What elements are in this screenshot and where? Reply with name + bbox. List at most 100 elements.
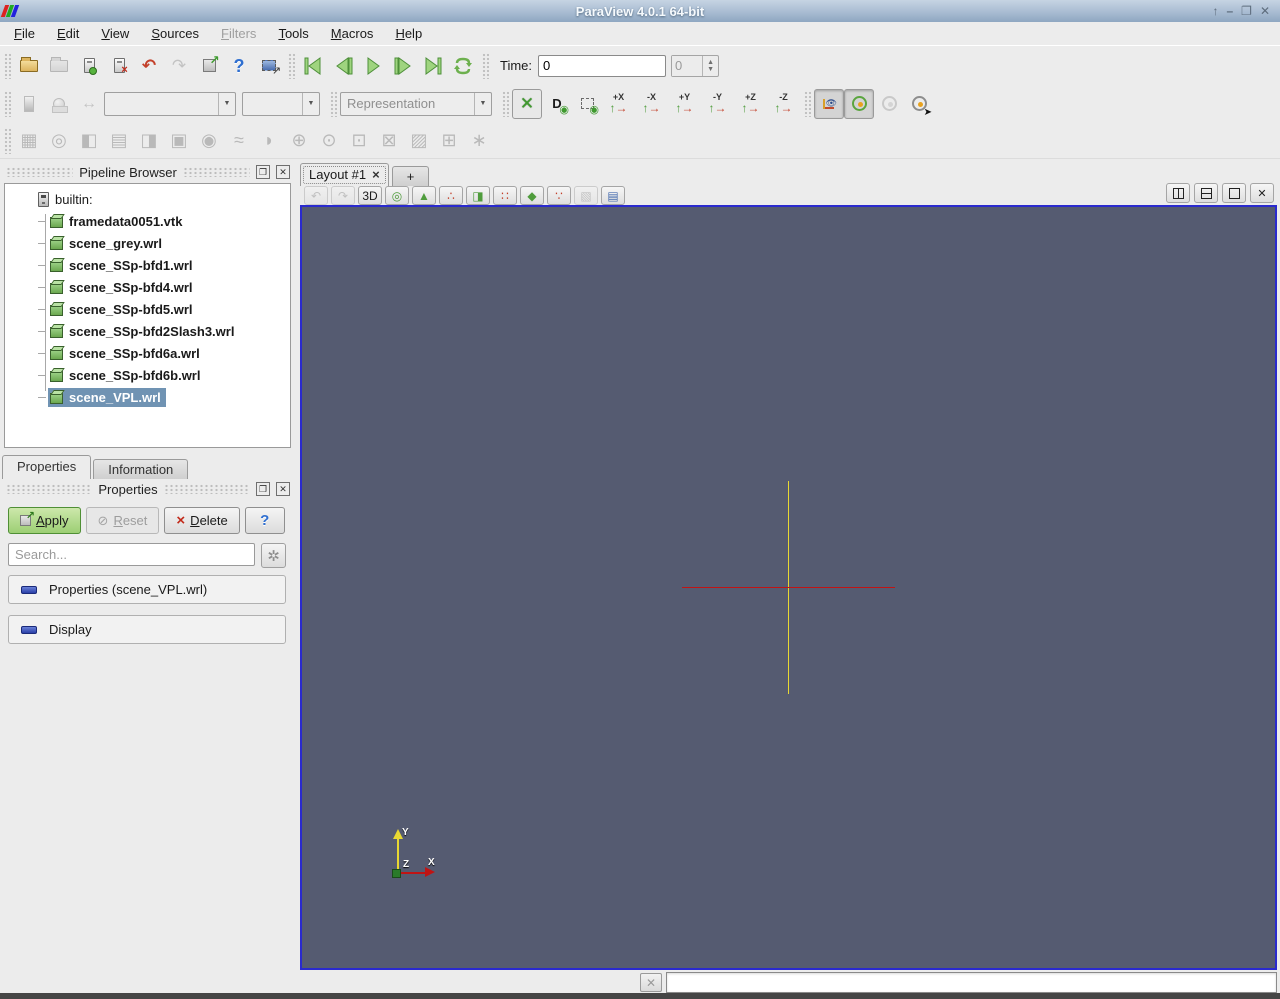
delete-button[interactable]: × Delete xyxy=(164,507,240,534)
properties-section-header[interactable]: Properties (scene_VPL.wrl) xyxy=(8,575,286,604)
minimize-window-icon[interactable]: – xyxy=(1226,5,1233,17)
close-layout-icon[interactable]: × xyxy=(372,168,380,181)
close-dock-icon[interactable]: ✕ xyxy=(276,482,290,496)
pipeline-item[interactable]: scene_SSp-bfd6a.wrl xyxy=(5,342,290,364)
pick-center-button[interactable]: ➤ xyxy=(904,89,934,119)
select-points-on-icon[interactable]: ∴ xyxy=(439,186,463,205)
properties-help-button[interactable]: ? xyxy=(244,507,285,534)
x-axis-icon xyxy=(399,872,425,874)
select-cells-through-icon[interactable]: ◨ xyxy=(466,186,490,205)
menu-item[interactable]: Edit xyxy=(57,26,79,41)
toolbar-grip[interactable] xyxy=(4,52,11,79)
camera-undo-icon[interactable]: ↶ xyxy=(304,186,328,205)
menu-item[interactable]: Macros xyxy=(331,26,374,41)
cancel-progress-button[interactable]: ✕ xyxy=(640,973,662,992)
dock-handle[interactable] xyxy=(182,167,251,177)
toolbar-grip[interactable] xyxy=(4,127,11,154)
pipeline-item[interactable]: scene_SSp-bfd2Slash3.wrl xyxy=(5,320,290,342)
connect-server-button[interactable] xyxy=(74,51,104,81)
adjust-camera-icon[interactable]: ◎ xyxy=(385,186,409,205)
split-vertical-button[interactable] xyxy=(1194,183,1218,203)
interactive-select-icon[interactable]: ▧ xyxy=(574,186,598,205)
pipeline-item[interactable]: scene_SSp-bfd4.wrl xyxy=(5,276,290,298)
dock-handle[interactable] xyxy=(163,484,250,494)
display-section-header[interactable]: Display xyxy=(8,615,286,644)
auto-apply-button[interactable] xyxy=(194,51,224,81)
toolbar-grip[interactable] xyxy=(4,90,11,117)
pipeline-item[interactable]: scene_SSp-bfd6b.wrl xyxy=(5,364,290,386)
close-window-icon[interactable]: ✕ xyxy=(1260,5,1270,17)
menu-item[interactable]: File xyxy=(14,26,35,41)
show-orientation-axes-button[interactable]: 👁 xyxy=(814,88,844,119)
toolbar-grip[interactable] xyxy=(502,90,509,117)
collapse-icon[interactable] xyxy=(21,585,37,594)
camera-direction-button[interactable]: -X ↑→ xyxy=(635,89,668,119)
pipeline-item[interactable]: scene_SSp-bfd5.wrl xyxy=(5,298,290,320)
play-button[interactable] xyxy=(358,51,388,81)
select-cells-polygon-icon[interactable]: ◆ xyxy=(520,186,544,205)
close-view-button[interactable]: ✕ xyxy=(1250,183,1274,203)
pipeline-item[interactable]: scene_VPL.wrl xyxy=(5,386,290,408)
panel-tab[interactable]: Properties xyxy=(2,455,92,479)
toolbar-grip[interactable] xyxy=(288,52,295,79)
split-horizontal-button[interactable] xyxy=(1166,183,1190,203)
zoom-to-data-button[interactable]: D ◉ xyxy=(542,89,572,119)
first-frame-button[interactable] xyxy=(298,51,328,81)
time-input[interactable] xyxy=(538,54,667,77)
spin-down-icon[interactable]: ▼ xyxy=(707,66,714,73)
camera-direction-button[interactable]: -Y ↑→ xyxy=(701,89,734,119)
pipeline-item[interactable]: scene_grey.wrl xyxy=(5,232,290,254)
menu-item[interactable]: Tools xyxy=(278,26,308,41)
camera-redo-icon[interactable]: ↷ xyxy=(331,186,355,205)
select-points-through-icon[interactable]: ∷ xyxy=(493,186,517,205)
shade-window-icon[interactable]: ↑ xyxy=(1212,5,1218,17)
restore-window-icon[interactable]: ❐ xyxy=(1241,5,1252,17)
last-frame-button[interactable] xyxy=(418,51,448,81)
spreadsheet-view-icon[interactable]: ▤ xyxy=(601,186,625,205)
reset-camera-button[interactable]: ✕ xyxy=(512,88,542,119)
layout-tab[interactable]: Layout #1 × xyxy=(300,163,389,186)
interaction-mode-3d-button[interactable]: 3D xyxy=(358,186,382,205)
maximize-view-button[interactable] xyxy=(1222,183,1246,203)
toolbar-grip[interactable] xyxy=(330,90,337,117)
panel-tab[interactable]: Information xyxy=(93,459,189,479)
undo-button[interactable]: ↶ xyxy=(134,51,164,81)
float-dock-icon[interactable]: ❐ xyxy=(256,482,270,496)
camera-direction-button[interactable]: -Z ↑→ xyxy=(767,89,800,119)
render-view-3d[interactable]: Y X Z xyxy=(300,205,1277,970)
apply-button[interactable]: Apply xyxy=(8,507,81,534)
open-file-button[interactable] xyxy=(14,51,44,81)
toolbar-grip[interactable] xyxy=(804,90,811,117)
next-frame-button[interactable] xyxy=(388,51,418,81)
float-dock-icon[interactable]: ❐ xyxy=(256,165,271,179)
loop-button[interactable] xyxy=(448,51,478,81)
pipeline-item[interactable]: scene_SSp-bfd1.wrl xyxy=(5,254,290,276)
dock-handle[interactable] xyxy=(6,484,93,494)
previous-frame-button[interactable] xyxy=(328,51,358,81)
camera-direction-button[interactable]: +Z ↑→ xyxy=(734,89,767,119)
close-dock-icon[interactable]: ✕ xyxy=(276,165,291,179)
select-points-polygon-icon[interactable]: ∵ xyxy=(547,186,571,205)
search-options-button[interactable]: ✲ xyxy=(261,543,286,568)
collapse-icon[interactable] xyxy=(21,625,37,634)
help-button[interactable]: ? xyxy=(224,51,254,81)
add-layout-tab[interactable]: + xyxy=(391,166,430,186)
menu-item[interactable]: Filters xyxy=(221,26,256,41)
camera-direction-button[interactable]: +X ↑→ xyxy=(602,89,635,119)
menu-item[interactable]: Help xyxy=(395,26,422,41)
show-center-of-rotation-button[interactable] xyxy=(844,88,874,119)
dock-handle[interactable] xyxy=(6,167,74,177)
zoom-to-box-button[interactable]: ◉ xyxy=(572,89,602,119)
pipeline-item[interactable]: framedata0051.vtk xyxy=(5,210,290,232)
spin-up-icon[interactable]: ▲ xyxy=(707,59,714,66)
search-input[interactable] xyxy=(8,543,255,566)
pipeline-root-item[interactable]: builtin: xyxy=(5,188,290,210)
menu-item[interactable]: View xyxy=(101,26,129,41)
select-cells-on-icon[interactable]: ▲ xyxy=(412,186,436,205)
selection-inspector-button[interactable] xyxy=(254,51,284,81)
pipeline-browser-tree[interactable]: builtin: framedata0051.vtk scene_grey.wr… xyxy=(4,183,291,448)
disconnect-server-button[interactable]: × xyxy=(104,51,134,81)
camera-direction-button[interactable]: +Y ↑→ xyxy=(668,89,701,119)
toolbar-grip[interactable] xyxy=(482,52,489,79)
menu-item[interactable]: Sources xyxy=(151,26,199,41)
